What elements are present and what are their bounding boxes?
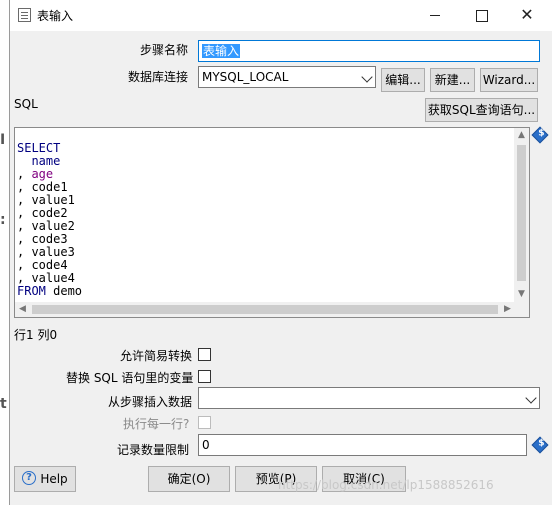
sql-line: , value2 xyxy=(17,219,75,233)
vertical-scrollbar[interactable]: ▲ ▼ xyxy=(514,128,529,302)
step-name-input[interactable]: 表输入 xyxy=(198,40,540,62)
vertical-scroll-thumb[interactable] xyxy=(517,145,526,281)
db-connection-select[interactable]: MYSQL_LOCAL xyxy=(198,66,376,88)
sql-line: , code2 xyxy=(17,206,68,220)
sql-line: , age xyxy=(17,167,54,181)
insert-from-step-select[interactable] xyxy=(198,387,540,409)
step-name-label: 步骤名称 xyxy=(140,43,189,57)
cursor-position-status: 行1 列0 xyxy=(14,328,58,342)
execute-each-row-label: 执行每一行? xyxy=(123,417,190,431)
variable-icon xyxy=(531,126,549,144)
db-connection-value: MYSQL_LOCAL xyxy=(202,70,289,84)
step-name-value: 表输入 xyxy=(202,44,241,58)
sql-label: SQL xyxy=(14,97,38,111)
record-limit-label: 记录数量限制 xyxy=(117,443,190,457)
chevron-down-icon xyxy=(361,71,373,83)
sql-line: , code4 xyxy=(17,258,68,272)
maximize-button[interactable] xyxy=(458,0,504,31)
record-limit-input[interactable]: 0 xyxy=(198,434,527,456)
help-button-label: Help xyxy=(40,472,68,486)
sql-line: , value3 xyxy=(17,245,75,259)
minimize-button[interactable] xyxy=(412,0,458,31)
help-button[interactable]: ? Help xyxy=(14,466,76,492)
title-bar[interactable]: 表输入 ✕ xyxy=(10,0,552,31)
window-title: 表输入 xyxy=(37,9,74,23)
sql-editor[interactable]: SELECT name , age , code1 , value1 , cod… xyxy=(14,127,530,318)
scrollbar-corner xyxy=(514,302,529,317)
wizard-button[interactable]: Wizard... xyxy=(480,68,538,92)
background-glyph: : xyxy=(0,212,6,228)
record-limit-value: 0 xyxy=(202,438,210,452)
allow-lazy-conversion-checkbox[interactable] xyxy=(198,348,211,361)
chevron-down-icon xyxy=(525,392,537,404)
sql-line: , value4 xyxy=(17,271,75,285)
background-glyph: I xyxy=(0,132,6,148)
replace-variables-checkbox[interactable] xyxy=(198,370,211,383)
allow-lazy-conversion-label: 允许简易转换 xyxy=(120,349,193,363)
scroll-down-icon[interactable]: ▼ xyxy=(514,287,529,302)
help-icon: ? xyxy=(22,471,36,485)
db-connection-label: 数据库连接 xyxy=(128,70,189,84)
horizontal-scrollbar[interactable]: ◀ ▶ xyxy=(15,302,515,317)
execute-each-row-checkbox[interactable] xyxy=(198,416,211,429)
get-sql-button[interactable]: 获取SQL查询语句... xyxy=(425,98,538,122)
table-input-icon xyxy=(18,8,31,22)
edit-connection-button[interactable]: 编辑... xyxy=(381,68,425,92)
scroll-left-icon[interactable]: ◀ xyxy=(15,302,30,317)
sql-line: name xyxy=(17,154,61,168)
sql-line: , code1 xyxy=(17,180,68,194)
background-glyph: t xyxy=(0,396,7,412)
sql-line: , value1 xyxy=(17,193,75,207)
sql-line: SELECT xyxy=(17,141,61,155)
table-input-dialog: 表输入 ✕ 步骤名称 表输入 数据库连接 MYSQL_LOCAL 编辑... 新… xyxy=(9,0,552,505)
sql-line: , code3 xyxy=(17,232,68,246)
insert-from-step-label: 从步骤插入数据 xyxy=(108,395,193,409)
watermark: https://blog.csdn.net/lp1588852616 xyxy=(278,478,494,492)
horizontal-scroll-thumb[interactable] xyxy=(32,305,498,314)
close-button[interactable]: ✕ xyxy=(504,0,550,31)
variable-icon xyxy=(531,436,549,454)
sql-code[interactable]: SELECT name , age , code1 , value1 , cod… xyxy=(17,129,82,298)
sql-line: FROM demo xyxy=(17,284,83,298)
replace-variables-label: 替换 SQL 语句里的变量 xyxy=(66,371,194,385)
scroll-right-icon[interactable]: ▶ xyxy=(500,302,515,317)
new-connection-button[interactable]: 新建... xyxy=(430,68,475,92)
scroll-up-icon[interactable]: ▲ xyxy=(514,128,529,143)
ok-button[interactable]: 确定(O) xyxy=(148,466,230,492)
